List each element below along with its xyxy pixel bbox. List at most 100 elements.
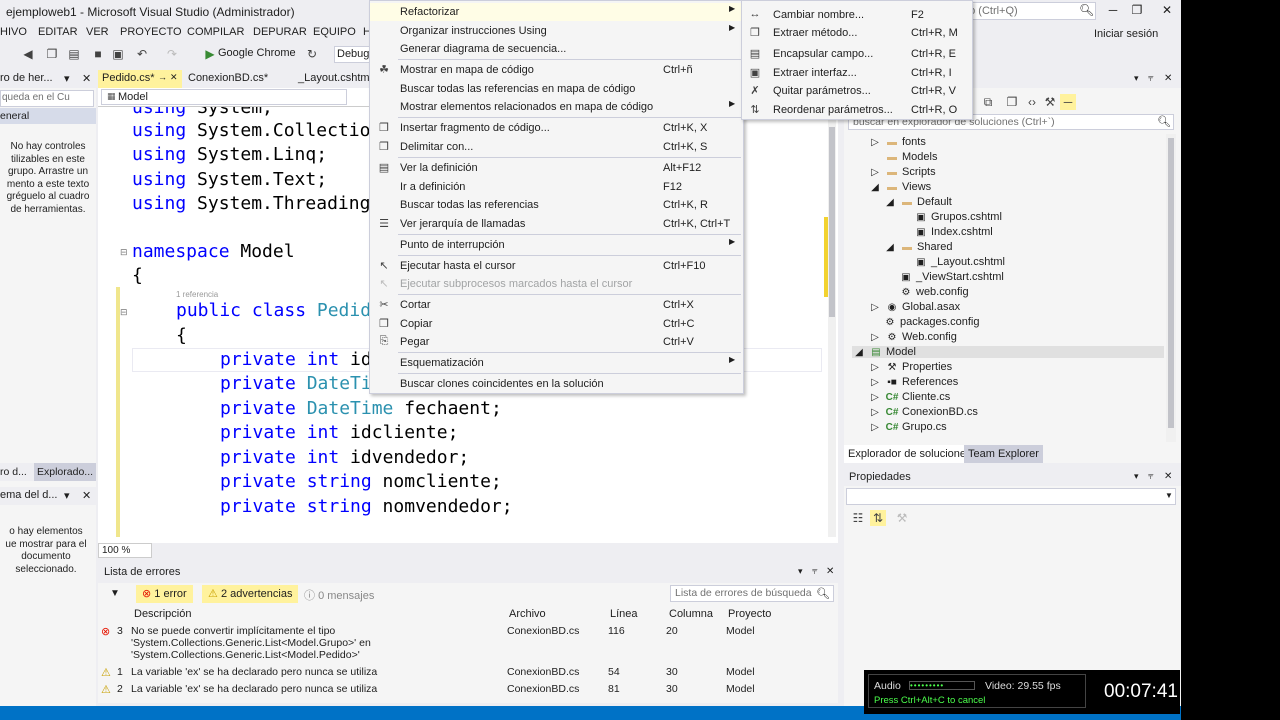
pin-icon[interactable]: ⫧ [1148, 471, 1154, 482]
menu-item-buscar-clones[interactable]: Buscar clones coincidentes en la solució… [370, 375, 743, 393]
expand-icon[interactable]: ▷ [868, 332, 882, 343]
collapse-icon[interactable]: ⊟ [120, 247, 128, 258]
configuration-selector[interactable]: Debug [334, 46, 370, 63]
error-search-input[interactable]: Lista de errores de búsqueda [670, 585, 834, 602]
scrollbar-thumb[interactable] [829, 127, 835, 317]
search-icon[interactable]: 🔍︎ [1157, 115, 1171, 128]
close-icon[interactable]: ✕ [1164, 471, 1172, 482]
undo-icon[interactable]: ↶ [134, 46, 150, 62]
collapse-all-icon[interactable]: ⧉ [980, 94, 996, 110]
search-icon[interactable]: 🔍︎ [1079, 3, 1094, 17]
column-file[interactable]: Archivo [509, 608, 546, 620]
warning-row[interactable]: ⚠ 1 La variable 'ex' se ha declarado per… [98, 666, 828, 680]
menu-item-extraer-metodo[interactable]: ❐ Extraer método... Ctrl+R, M [742, 24, 972, 42]
tree-item-index-cshtml[interactable]: ▣ Index.cshtml [914, 226, 992, 238]
menu-item-quitar-parametros[interactable]: ✗ Quitar parámetros... Ctrl+R, V [742, 82, 972, 100]
collapse-icon[interactable]: ◢ [883, 242, 897, 253]
menu-item-reordenar-parametros[interactable]: ⇅ Reordenar parámetros... Ctrl+R, O [742, 101, 972, 119]
properties-icon[interactable]: ⚒ [1042, 94, 1058, 110]
messages-filter-button[interactable]: ⓘ 0 mensajes [298, 585, 380, 603]
menu-item-punto-interrupcion[interactable]: Punto de interrupción ▶ [370, 236, 743, 254]
filter-icon[interactable]: ▼ [110, 588, 120, 599]
tree-item-grupo-cs[interactable]: ▷ C# Grupo.cs [868, 421, 947, 433]
quick-launch-input[interactable]: do (Ctrl+Q) [958, 2, 1096, 20]
menu-item-delimitar-con[interactable]: ❐ Delimitar con... Ctrl+K, S [370, 138, 743, 156]
tab-toolbox[interactable]: ro d... [0, 466, 27, 478]
menu-ver[interactable]: VER [86, 26, 109, 38]
expand-icon[interactable]: ▷ [868, 377, 882, 388]
menu-depurar[interactable]: DEPURAR [253, 26, 307, 38]
close-icon[interactable]: ✕ [82, 489, 91, 502]
close-icon[interactable]: ✕ [1164, 73, 1172, 84]
menu-item-encapsular-campo[interactable]: ▤ Encapsular campo... Ctrl+R, E [742, 45, 972, 63]
close-icon[interactable]: ✕ [826, 566, 834, 577]
reference-count-hint[interactable]: 1 referencia [176, 290, 218, 299]
dropdown-icon[interactable]: ▾ [798, 566, 803, 577]
tree-item-properties[interactable]: ▷ ⚒ Properties [868, 361, 952, 373]
warning-row[interactable]: ⚠ 2 La variable 'ex' se ha declarado per… [98, 683, 828, 697]
tree-item-layout-cshtml[interactable]: ▣ _Layout.cshtml [914, 256, 1005, 268]
pin-icon[interactable]: → [158, 72, 167, 82]
show-all-files-icon[interactable]: ❐ [1004, 94, 1020, 110]
pin-icon[interactable]: ⫧ [1148, 73, 1154, 84]
menu-item-pegar[interactable]: ⎘ Pegar Ctrl+V [370, 333, 743, 351]
menu-item-buscar-referencias[interactable]: Buscar todas las referencias Ctrl+K, R [370, 196, 743, 214]
expand-icon[interactable]: ▷ [868, 362, 882, 373]
pin-icon[interactable]: ▾ [64, 72, 70, 85]
preview-icon[interactable]: ─ [1060, 94, 1076, 110]
back-icon[interactable]: ◀ [20, 46, 36, 62]
tree-item-viewstart-cshtml[interactable]: ▣ _ViewStart.cshtml [899, 271, 1004, 283]
restore-button[interactable]: ❐ [1126, 3, 1148, 21]
expand-icon[interactable]: ▷ [868, 407, 882, 418]
search-icon[interactable]: 🔍︎ [816, 587, 830, 600]
new-project-icon[interactable]: ❐ [44, 46, 60, 62]
object-selector[interactable]: ▼ [846, 488, 1176, 505]
dropdown-icon[interactable]: ▾ [1134, 471, 1139, 482]
tree-item-views[interactable]: ◢ ▬ Views [868, 181, 931, 193]
dropdown-icon[interactable]: ▾ [1134, 73, 1139, 84]
browser-selector[interactable]: Google Chrome [218, 47, 296, 59]
toolbox-search-input[interactable]: queda en el Cu [0, 90, 94, 107]
tab-conexionbd-cs[interactable]: ConexionBD.cs* [184, 70, 272, 88]
minimize-button[interactable]: ─ [1102, 3, 1124, 21]
tree-item-web-config[interactable]: ▷ ⚙ Web.config [868, 331, 957, 343]
menu-equipo[interactable]: EQUIPO [313, 26, 356, 38]
tree-item-models[interactable]: ▬ Models [868, 151, 937, 163]
tree-item-scripts[interactable]: ▷ ▬ Scripts [868, 166, 935, 178]
tab-solution-explorer[interactable]: Explorador de soluciones [844, 445, 976, 463]
open-folder-icon[interactable]: ▤ [66, 46, 82, 62]
redo-icon[interactable]: ↷ [164, 46, 180, 62]
view-code-icon[interactable]: ‹› [1024, 94, 1040, 110]
menu-compilar[interactable]: COMPILAR [187, 26, 244, 38]
menu-item-organizar-using[interactable]: Organizar instrucciones Using ▶ [370, 22, 743, 40]
tab-pedido-cs[interactable]: Pedido.cs* → ✕ [98, 70, 182, 88]
menu-item-mapa-codigo[interactable]: ☘ Mostrar en mapa de código Ctrl+ñ [370, 61, 743, 79]
toolbox-general-group[interactable]: eneral [0, 108, 96, 124]
menu-item-diagrama-secuencia[interactable]: Generar diagrama de secuencia... [370, 40, 743, 58]
close-icon[interactable]: ✕ [82, 72, 91, 85]
tree-item-global-asax[interactable]: ▷ ◉ Global.asax [868, 301, 960, 313]
tree-item-model-project[interactable]: ◢ ▤ Model [852, 346, 1164, 358]
tree-item-references[interactable]: ▷ ▪■ References [868, 376, 958, 388]
categorized-icon[interactable]: ☷ [850, 510, 866, 526]
start-debug-icon[interactable]: ▶ [202, 46, 218, 62]
menu-item-ejecutar-cursor[interactable]: ↖ Ejecutar hasta el cursor Ctrl+F10 [370, 257, 743, 275]
tree-item-conexionbd-cs[interactable]: ▷ C# ConexionBD.cs [868, 406, 978, 418]
tree-item-default[interactable]: ◢ ▬ Default [883, 196, 952, 208]
save-icon[interactable]: ■ [90, 46, 106, 62]
expand-icon[interactable]: ▷ [868, 167, 882, 178]
tree-item-shared[interactable]: ◢ ▬ Shared [883, 241, 952, 253]
menu-item-esquematizacion[interactable]: Esquematización ▶ [370, 354, 743, 372]
close-icon[interactable]: ✕ [170, 72, 178, 83]
expand-icon[interactable]: ▷ [868, 392, 882, 403]
expand-icon[interactable]: ▷ [868, 422, 882, 433]
pin-icon[interactable]: ⫧ [812, 566, 818, 577]
sign-in-link[interactable]: Iniciar sesión [1094, 28, 1158, 40]
tab-server-explorer[interactable]: Explorado... [34, 463, 97, 481]
tree-item-fonts[interactable]: ▷ ▬ fonts [868, 136, 926, 148]
tree-item-grupos-cshtml[interactable]: ▣ Grupos.cshtml [914, 211, 1002, 223]
menu-item-elementos-relacionados[interactable]: Mostrar elementos relacionados en mapa d… [370, 98, 743, 116]
menu-item-copiar[interactable]: ❐ Copiar Ctrl+C [370, 315, 743, 333]
column-description[interactable]: Descripción [134, 608, 191, 620]
menu-proyecto[interactable]: PROYECTO [120, 26, 182, 38]
